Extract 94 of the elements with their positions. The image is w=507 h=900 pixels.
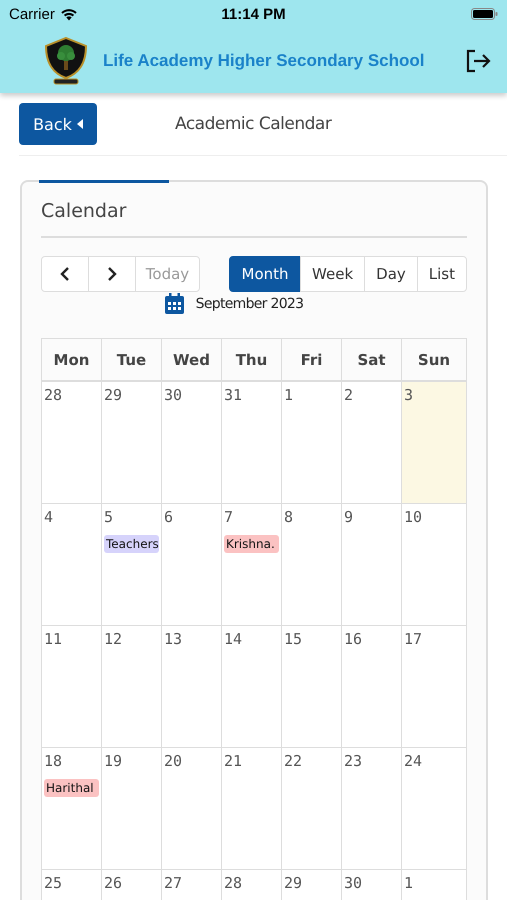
day-cell[interactable]: 6: [162, 504, 222, 626]
day-number: 28: [44, 386, 62, 404]
day-number: 10: [404, 508, 422, 526]
next-button[interactable]: [88, 256, 136, 292]
day-number: 31: [224, 386, 242, 404]
day-number: 1: [284, 386, 294, 404]
day-cell[interactable]: 2: [342, 382, 402, 504]
day-number: 28: [224, 874, 242, 892]
caret-icon: [76, 119, 83, 129]
day-number: 23: [344, 752, 362, 770]
chevron-right-icon: [107, 267, 117, 281]
day-number: 21: [224, 752, 242, 770]
day-cell[interactable]: 13: [162, 626, 222, 748]
day-number: 12: [104, 630, 122, 648]
day-number: 19: [104, 752, 122, 770]
event-chip[interactable]: Teachers: [104, 535, 159, 553]
day-number: 6: [164, 508, 174, 526]
chevron-left-icon: [60, 267, 70, 281]
day-cell[interactable]: 15: [282, 626, 342, 748]
day-cell[interactable]: 12: [102, 626, 162, 748]
day-number: 15: [284, 630, 302, 648]
card-title: Calendar: [41, 182, 467, 238]
school-crest-logo: [42, 36, 90, 86]
day-cell[interactable]: 28: [222, 870, 282, 900]
day-number: 27: [164, 874, 182, 892]
day-number: 1: [404, 874, 414, 892]
day-cell[interactable]: 1: [402, 870, 467, 900]
day-number: 22: [284, 752, 302, 770]
day-cell[interactable]: 22: [282, 748, 342, 870]
day-cell[interactable]: 29: [102, 382, 162, 504]
logout-icon[interactable]: [465, 48, 491, 72]
previous-button[interactable]: [41, 256, 89, 292]
day-cell[interactable]: 24: [402, 748, 467, 870]
day-number: 30: [164, 386, 182, 404]
view-tab[interactable]: List: [416, 256, 467, 292]
day-number: 30: [344, 874, 362, 892]
day-cell[interactable]: 21: [222, 748, 282, 870]
day-number: 13: [164, 630, 182, 648]
day-cell[interactable]: 4: [42, 504, 102, 626]
day-cell[interactable]: 29: [282, 870, 342, 900]
day-number: 29: [284, 874, 302, 892]
day-cell[interactable]: 14: [222, 626, 282, 748]
day-number: 8: [284, 508, 294, 526]
month-label: September 2023: [196, 296, 304, 312]
day-cell[interactable]: 11: [42, 626, 102, 748]
day-number: 20: [164, 752, 182, 770]
day-number: 3: [404, 386, 414, 404]
day-cell[interactable]: 30: [342, 870, 402, 900]
day-number: 24: [404, 752, 422, 770]
day-cell[interactable]: 25: [42, 870, 102, 900]
day-cell[interactable]: 19: [102, 748, 162, 870]
day-number: 4: [44, 508, 54, 526]
calendar-icon: [164, 293, 184, 314]
day-cell[interactable]: 8: [282, 504, 342, 626]
day-number: 7: [224, 508, 234, 526]
day-number: 18: [44, 752, 62, 770]
page-title: Academic Calendar: [175, 114, 332, 134]
day-cell[interactable]: 9: [342, 504, 402, 626]
day-cell[interactable]: 30: [162, 382, 222, 504]
day-cell[interactable]: 27: [162, 870, 222, 900]
day-cell[interactable]: 17: [402, 626, 467, 748]
day-number: 17: [404, 630, 422, 648]
day-cell[interactable]: 23: [342, 748, 402, 870]
day-cell[interactable]: 5 Teachers: [102, 504, 162, 626]
day-number: 2: [344, 386, 354, 404]
day-cell[interactable]: 3: [402, 382, 467, 504]
day-cell[interactable]: 1: [282, 382, 342, 504]
view-tab[interactable]: Day: [364, 256, 418, 292]
battery-icon: [471, 8, 498, 20]
day-cell[interactable]: 20: [162, 748, 222, 870]
view-tab[interactable]: Month: [229, 256, 302, 292]
day-number: 25: [44, 874, 62, 892]
view-tab[interactable]: Week: [300, 256, 366, 292]
event-chip[interactable]: Harithal: [44, 779, 99, 797]
event-chip[interactable]: Krishna.: [224, 535, 279, 553]
wifi-icon: [60, 8, 78, 20]
day-cell[interactable]: 7 Krishna.: [222, 504, 282, 626]
day-cell[interactable]: 10: [402, 504, 467, 626]
day-cell[interactable]: 31: [222, 382, 282, 504]
day-cell[interactable]: 26: [102, 870, 162, 900]
day-cell[interactable]: 28: [42, 382, 102, 504]
clock-time: 11:14 PM: [221, 6, 286, 22]
day-cell[interactable]: 18 Harithal: [42, 748, 102, 870]
day-number: 5: [104, 508, 114, 526]
day-number: 29: [104, 386, 122, 404]
back-button[interactable]: Back: [19, 103, 97, 145]
day-number: 11: [44, 630, 62, 648]
day-number: 16: [344, 630, 362, 648]
carrier-label: Carrier: [9, 6, 55, 22]
day-number: 14: [224, 630, 242, 648]
school-name: Life Academy Higher Secondary School: [103, 50, 426, 70]
day-number: 9: [344, 508, 354, 526]
day-number: 26: [104, 874, 122, 892]
day-cell[interactable]: 16: [342, 626, 402, 748]
